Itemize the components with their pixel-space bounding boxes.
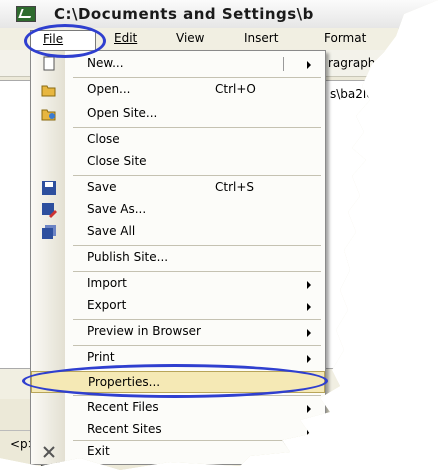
menu-item-open-site[interactable]: Open Site... xyxy=(31,103,325,125)
menu-separator xyxy=(73,77,321,78)
file-menu-dropdown: New... Open... Ctrl+O Open Site... Close… xyxy=(30,50,326,442)
menu-item-save-all[interactable]: Save All xyxy=(31,221,325,243)
menu-item-publish-site[interactable]: Publish Site... xyxy=(31,247,325,269)
menu-item-export[interactable]: Export xyxy=(31,295,325,317)
menu-format[interactable]: Format xyxy=(324,31,366,45)
menu-item-close[interactable]: Close xyxy=(31,129,325,151)
submenu-arrow-icon xyxy=(307,281,311,289)
menu-separator xyxy=(73,175,321,176)
menu-item-open[interactable]: Open... Ctrl+O xyxy=(31,79,325,101)
file-menu-bottom: Exit xyxy=(30,440,326,465)
submenu-arrow-icon xyxy=(307,427,311,435)
menu-item-new[interactable]: New... xyxy=(31,53,325,75)
menu-view[interactable]: View xyxy=(176,31,204,45)
menu-file[interactable]: File xyxy=(30,30,96,52)
menu-item-print[interactable]: Print xyxy=(31,347,325,369)
submenu-arrow-icon xyxy=(307,303,311,311)
open-folder-icon xyxy=(41,82,57,98)
menu-item-close-site[interactable]: Close Site xyxy=(31,151,325,173)
submenu-arrow-icon xyxy=(307,61,311,69)
menu-separator xyxy=(73,245,321,246)
app-icon xyxy=(16,6,36,22)
exit-icon xyxy=(41,444,57,460)
save-all-icon xyxy=(41,224,57,240)
document-path-text: s\ba2le xyxy=(330,87,374,101)
submenu-arrow-icon xyxy=(307,355,311,363)
menu-item-preview-in-browser[interactable]: Preview in Browser xyxy=(31,321,325,343)
save-as-icon xyxy=(41,202,57,218)
menu-item-import[interactable]: Import xyxy=(31,273,325,295)
menu-item-save-as[interactable]: Save As... xyxy=(31,199,325,221)
menu-item-properties[interactable]: Properties... xyxy=(31,371,325,393)
menu-separator xyxy=(73,127,321,128)
screenshot-crop: C:\Documents and Settings\b Edit View In… xyxy=(0,0,438,470)
submenu-arrow-icon xyxy=(307,329,311,337)
menu-item-exit[interactable]: Exit xyxy=(31,441,325,463)
menu-item-save[interactable]: Save Ctrl+S xyxy=(31,177,325,199)
title-bar: C:\Documents and Settings\b xyxy=(0,0,438,29)
menu-separator xyxy=(73,271,321,272)
menu-insert[interactable]: Insert xyxy=(244,31,278,45)
menu-item-recent-sites[interactable]: Recent Sites xyxy=(31,419,325,441)
save-icon xyxy=(41,180,57,196)
menu-edit[interactable]: Edit xyxy=(114,31,137,45)
submenu-divider xyxy=(283,57,284,71)
new-page-icon xyxy=(41,56,57,72)
menu-separator xyxy=(73,319,321,320)
window-title: C:\Documents and Settings\b xyxy=(54,5,314,23)
menu-separator xyxy=(73,345,321,346)
menu-item-recent-files[interactable]: Recent Files xyxy=(31,397,325,419)
menu-separator xyxy=(73,395,321,396)
submenu-arrow-icon xyxy=(307,405,311,413)
open-site-icon xyxy=(41,106,57,122)
toolbar-paragraph-text: ragraph xyxy=(328,56,376,70)
